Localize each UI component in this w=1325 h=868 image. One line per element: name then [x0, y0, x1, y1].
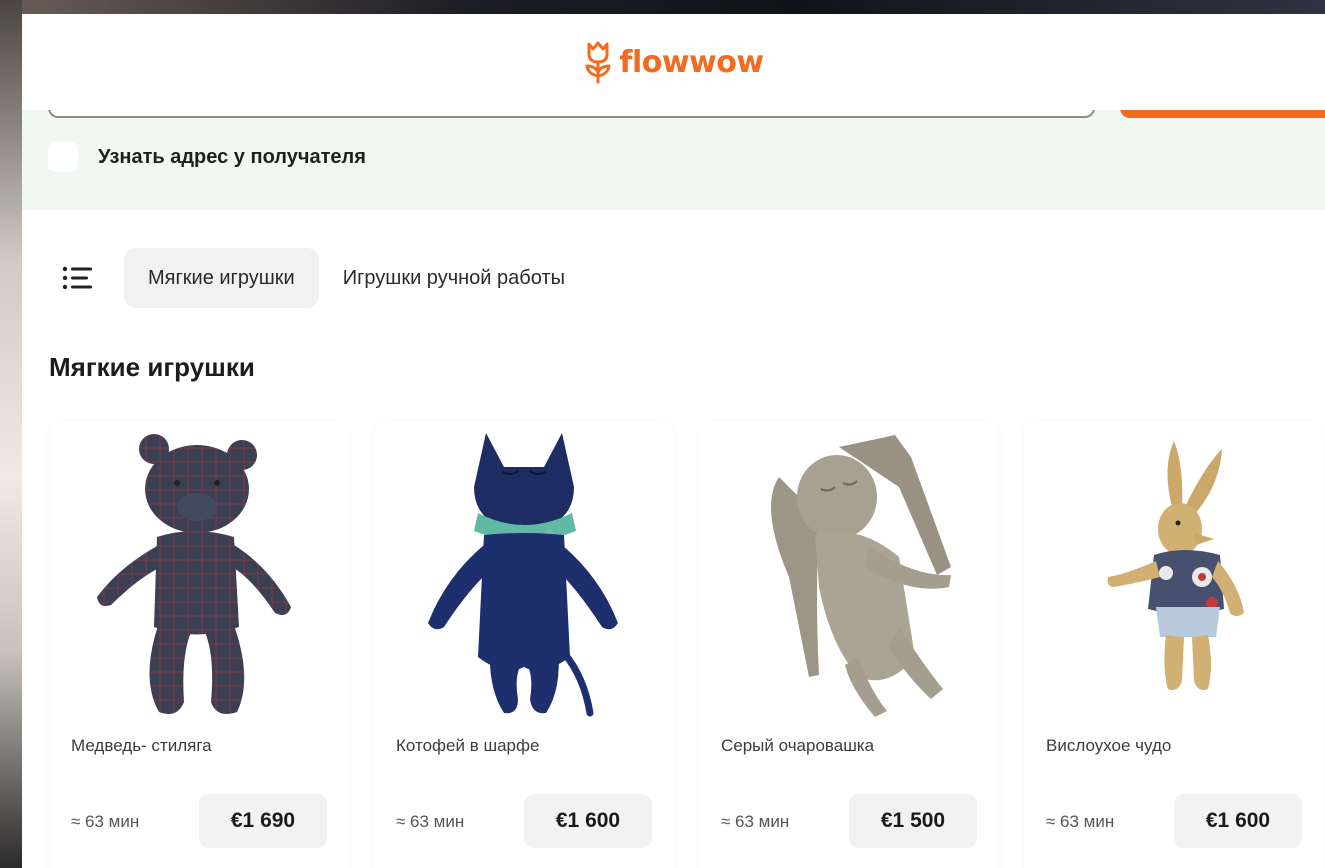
delivery-eta: ≈ 63 мин [721, 812, 790, 831]
delivery-eta: ≈ 63 мин [1046, 812, 1115, 831]
product-card[interactable]: Медведь- стиляга ≈ 63 мин €1 690 [49, 422, 349, 868]
list-filter-icon[interactable] [60, 260, 96, 296]
brand-logo[interactable]: flowwow [583, 40, 764, 84]
product-name: Серый очаровашка [721, 736, 875, 755]
delivery-eta: ≈ 63 мин [71, 812, 140, 831]
product-image[interactable] [374, 422, 674, 722]
price-button[interactable]: €1 690 [199, 794, 327, 848]
recipient-checkbox[interactable] [48, 142, 78, 172]
price-button[interactable]: €1 500 [849, 794, 977, 848]
tulip-logo-icon [585, 41, 611, 84]
product-card[interactable]: Котофей в шарфе ≈ 63 мин €1 600 [374, 422, 674, 868]
recipient-option[interactable]: Узнать адрес у получателя [48, 142, 366, 172]
product-image[interactable] [1024, 422, 1324, 722]
product-name: Медведь- стиляга [71, 736, 212, 755]
brand-name: flowwow [619, 44, 764, 80]
desktop-top-edge [0, 0, 1325, 14]
rabbit-toy-icon [1107, 441, 1244, 690]
price-button[interactable]: €1 600 [1174, 794, 1302, 848]
price-button[interactable]: €1 600 [524, 794, 652, 848]
cat-toy-icon [428, 433, 618, 717]
product-card[interactable]: Вислоухое чудо ≈ 63 мин €1 600 [1024, 422, 1324, 868]
browser-window: Узнать адрес у получателя flowwow Мягкие… [22, 14, 1325, 868]
desktop-left-edge [0, 0, 22, 868]
bunny-toy-icon [771, 435, 951, 717]
recipient-option-label: Узнать адрес у получателя [98, 145, 366, 168]
site-header: flowwow [22, 14, 1325, 110]
product-card[interactable]: Серый очаровашка ≈ 63 мин €1 500 [699, 422, 999, 868]
product-name: Котофей в шарфе [396, 736, 540, 755]
category-tabs: Мягкие игрушки Игрушки ручной работы [60, 248, 589, 308]
product-grid: Медведь- стиляга ≈ 63 мин €1 690 Котофей… [49, 422, 1324, 868]
product-name: Вислоухое чудо [1046, 736, 1172, 755]
tab-handmade-toys[interactable]: Игрушки ручной работы [319, 248, 589, 308]
address-panel: Узнать адрес у получателя [22, 84, 1325, 210]
product-image[interactable] [49, 422, 349, 722]
tab-soft-toys[interactable]: Мягкие игрушки [124, 248, 319, 308]
bear-toy-icon [97, 434, 291, 715]
section-title: Мягкие игрушки [49, 352, 255, 382]
product-image[interactable] [699, 422, 999, 722]
delivery-eta: ≈ 63 мин [396, 812, 465, 831]
